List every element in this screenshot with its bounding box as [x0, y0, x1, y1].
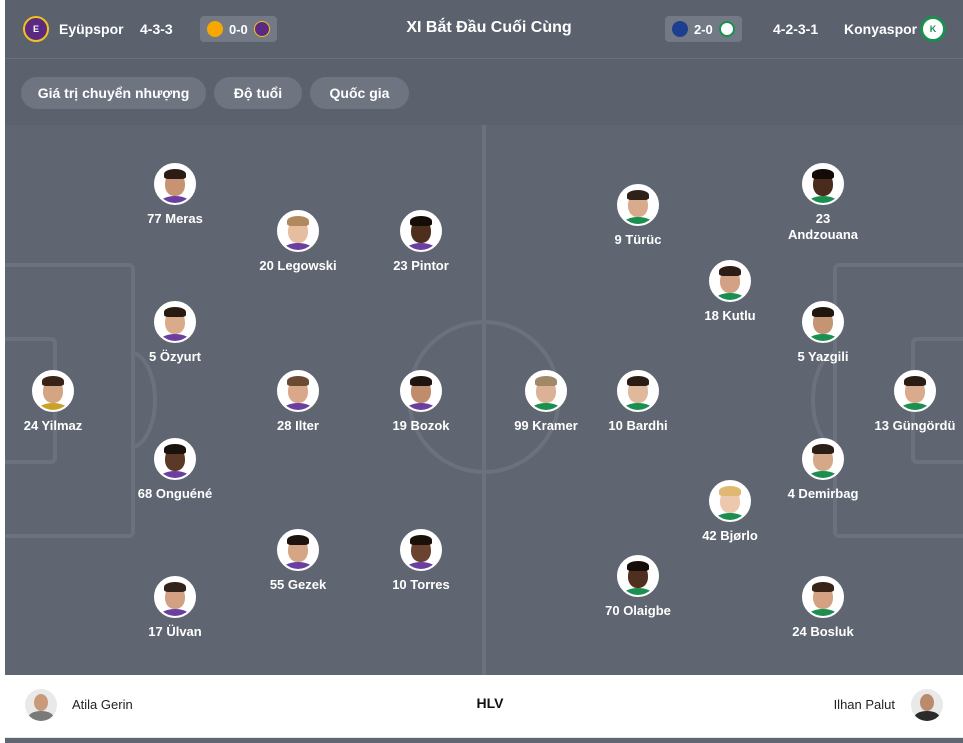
player-label: 10 Torres	[392, 577, 450, 592]
player-label: 5 Yazgili	[797, 349, 849, 364]
filter-bar: Giá trị chuyển nhượng Độ tuổi Quốc gia	[5, 59, 963, 125]
away-coach-avatar	[911, 689, 943, 721]
player-photo	[617, 555, 659, 597]
player-label: 70 Olaigbe	[605, 603, 671, 618]
away-coach-name[interactable]: Ilhan Palut	[834, 696, 895, 714]
player-photo	[894, 370, 936, 412]
away-team-name[interactable]: Konyaspor	[844, 19, 917, 39]
home-coach-name[interactable]: Atila Gerin	[72, 696, 133, 714]
player-photo	[802, 576, 844, 618]
player-label: 77 Meras	[147, 211, 203, 226]
player-bosluk[interactable]: 24 Bosluk	[748, 576, 898, 640]
player-pintor[interactable]: 23 Pintor	[346, 210, 496, 274]
player-photo	[400, 529, 442, 571]
lineup-panel: E Eyüpspor 4-3-3 0-0 XI Bắt Đầu Cuối Cùn…	[5, 0, 963, 743]
player-label: 10 Bardhi	[608, 418, 668, 433]
player-label: 42 Bjørlo	[702, 528, 758, 543]
player-label: 19 Bozok	[392, 418, 450, 433]
lineup-header: E Eyüpspor 4-3-3 0-0 XI Bắt Đầu Cuối Cùn…	[5, 0, 963, 59]
player-onguene[interactable]: 68 Onguéné	[100, 438, 250, 502]
filter-transfer-value[interactable]: Giá trị chuyển nhượng	[21, 77, 206, 109]
player-photo	[802, 301, 844, 343]
home-last-score: 0-0	[229, 21, 248, 37]
eyupspor-mini-crest-icon	[253, 21, 270, 37]
player-photo	[617, 370, 659, 412]
player-label: 55 Gezek	[269, 577, 327, 592]
filter-country[interactable]: Quốc gia	[310, 77, 409, 109]
away-last-score: 2-0	[694, 21, 713, 37]
player-label: 24 Yilmaz	[23, 418, 83, 433]
player-ozyurt[interactable]: 5 Özyurt	[100, 301, 250, 365]
player-olaigbe[interactable]: 70 Olaigbe	[563, 555, 713, 619]
player-photo	[32, 370, 74, 412]
pitch: 24 Yilmaz 77 Meras 5 Özyurt 68 Onguéné 1…	[5, 125, 963, 675]
away-formation: 4-2-3-1	[773, 21, 819, 37]
lineup-title: XI Bắt Đầu Cuối Cùng	[406, 19, 572, 36]
player-yilmaz[interactable]: 24 Yilmaz	[5, 370, 128, 434]
player-photo	[154, 163, 196, 205]
player-label: 5 Özyurt	[148, 349, 201, 364]
player-torres[interactable]: 10 Torres	[346, 529, 496, 593]
eyupspor-crest-icon: E	[23, 16, 49, 42]
player-photo	[709, 480, 751, 522]
player-label: 17 Ülvan	[148, 624, 202, 639]
home-last-match-chip[interactable]: 0-0	[200, 16, 277, 42]
player-label: 20 Legowski	[259, 258, 337, 273]
player-photo	[277, 370, 319, 412]
player-demirbag[interactable]: 4 Demirbag	[748, 438, 898, 502]
away-last-match-chip[interactable]: 2-0	[665, 16, 742, 42]
player-label: 28 Ilter	[277, 418, 319, 433]
player-photo	[802, 163, 844, 205]
player-photo	[154, 438, 196, 480]
player-photo	[525, 370, 567, 412]
player-label: 23 Pintor	[393, 258, 449, 273]
player-photo	[154, 576, 196, 618]
player-photo	[400, 210, 442, 252]
player-photo	[400, 370, 442, 412]
player-yazgili[interactable]: 5 Yazgili	[748, 301, 898, 365]
konyaspor-mini-crest-icon	[718, 21, 735, 37]
coaches-row: Atila Gerin HLV Ilhan Palut	[5, 675, 963, 738]
player-turuc[interactable]: 9 Türüc	[563, 184, 713, 248]
konyaspor-crest-icon: K	[920, 16, 946, 42]
player-label: 23 Andzouana	[787, 211, 859, 242]
home-formation: 4-3-3	[140, 21, 173, 37]
player-label: 4 Demirbag	[787, 486, 859, 501]
player-photo	[802, 438, 844, 480]
player-label: 13 Güngördü	[874, 418, 956, 433]
goztepe-crest-icon	[207, 21, 223, 37]
player-photo	[617, 184, 659, 226]
player-photo	[277, 210, 319, 252]
filter-age[interactable]: Độ tuổi	[214, 77, 302, 109]
coach-label: HLV	[476, 695, 504, 711]
player-photo	[277, 529, 319, 571]
basaksehir-crest-icon	[672, 21, 688, 37]
player-bardhi[interactable]: 10 Bardhi	[563, 370, 713, 434]
home-coach-avatar	[25, 689, 57, 721]
player-andzouana[interactable]: 23 Andzouana	[748, 163, 898, 243]
home-team-name[interactable]: Eyüpspor	[59, 19, 124, 39]
player-photo	[154, 301, 196, 343]
player-label: 9 Türüc	[614, 232, 662, 247]
player-label: 68 Onguéné	[137, 486, 213, 501]
player-label: 24 Bosluk	[792, 624, 854, 639]
player-photo	[709, 260, 751, 302]
player-gungordu[interactable]: 13 Güngördü	[840, 370, 963, 434]
